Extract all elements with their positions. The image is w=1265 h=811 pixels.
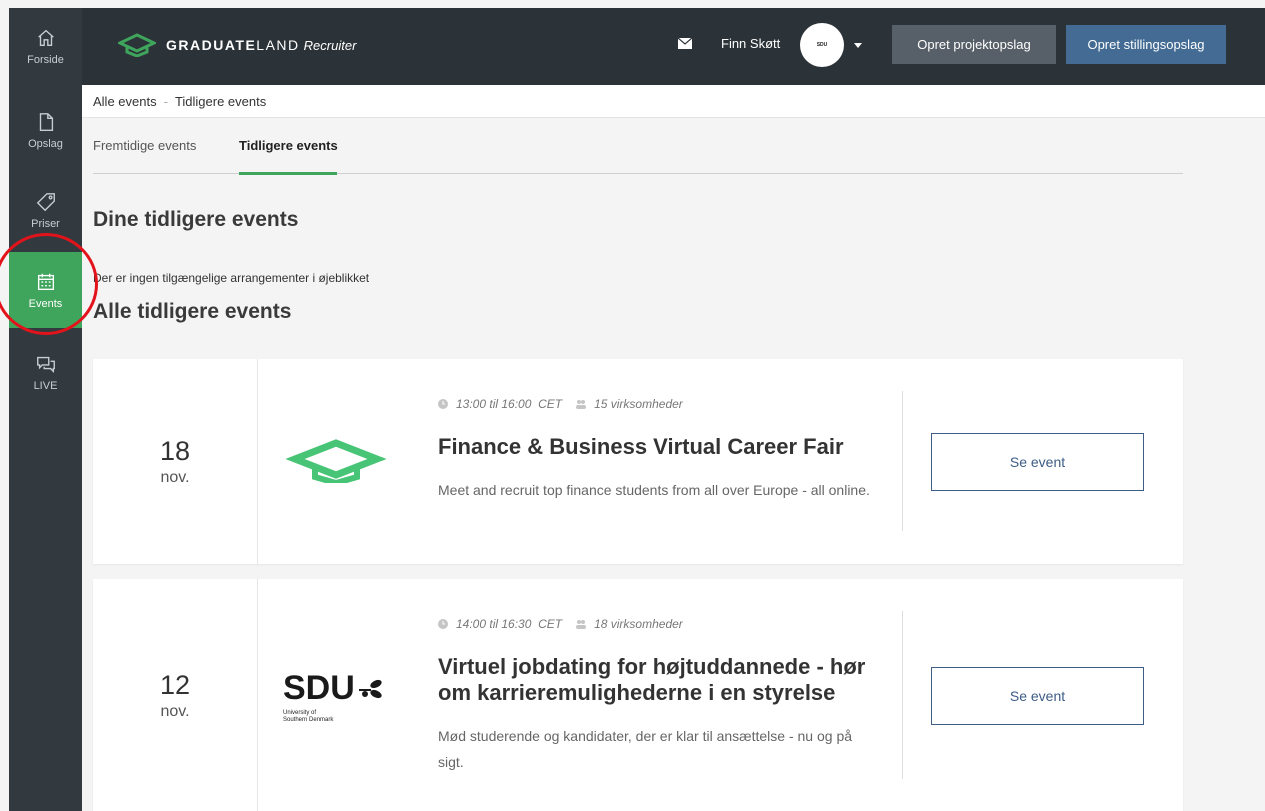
tag-icon <box>36 192 55 211</box>
avatar-text: SDU <box>816 42 828 48</box>
tab-past-events[interactable]: Tidligere events <box>239 138 338 153</box>
event-card: 18 nov. 13:00 til 16:00 CET 15 virksomhe… <box>93 359 1183 564</box>
event-title[interactable]: Finance & Business Virtual Career Fair <box>438 434 898 460</box>
sdu-logo-subtitle: University of Southern Denmark <box>283 710 383 724</box>
chevron-down-icon[interactable] <box>854 43 862 48</box>
topbar: GRADUATE LAND Recruiter Finn Skøtt SDU O… <box>82 8 1265 85</box>
chat-bubbles-icon <box>36 356 55 373</box>
companies-icon <box>576 400 587 409</box>
sidebar-item-priser[interactable]: Priser <box>9 172 82 248</box>
breadcrumb: Alle events - Tidligere events <box>82 85 1265 118</box>
active-tab-indicator <box>239 172 337 175</box>
event-companies: 18 virksomheder <box>594 617 683 631</box>
event-date: 12 nov. <box>93 579 258 811</box>
event-meta: 14:00 til 16:30 CET 18 virksomheder <box>438 617 683 631</box>
create-job-button[interactable]: Opret stillingsopslag <box>1066 25 1226 64</box>
companies-icon <box>576 620 587 629</box>
tab-future-events[interactable]: Fremtidige events <box>93 138 196 153</box>
event-companies: 15 virksomheder <box>594 397 683 411</box>
sdu-sub-line-2: Southern Denmark <box>283 717 334 723</box>
event-date: 18 nov. <box>93 359 258 564</box>
see-event-button[interactable]: Se event <box>931 433 1144 491</box>
calendar-icon <box>37 273 54 290</box>
document-icon <box>39 112 53 131</box>
logo-text-light: LAND <box>256 37 300 53</box>
mail-icon[interactable] <box>678 38 692 49</box>
breadcrumb-link-all-events[interactable]: Alle events <box>93 94 157 109</box>
event-month: nov. <box>160 469 190 486</box>
event-time: 13:00 til 16:00 <box>456 397 532 411</box>
sdu-sub-line-1: University of <box>283 710 317 716</box>
clock-icon <box>438 619 448 629</box>
create-project-button[interactable]: Opret projektopslag <box>892 25 1056 64</box>
sidebar-item-opslag[interactable]: Opslag <box>9 92 82 168</box>
breadcrumb-current: Tidligere events <box>174 93 267 109</box>
sidebar-item-events[interactable]: Events <box>9 252 82 328</box>
sidebar-item-label: Events <box>28 297 63 310</box>
event-time: 14:00 til 16:30 <box>456 617 532 631</box>
user-name[interactable]: Finn Skøtt <box>721 36 780 51</box>
card-divider <box>902 611 903 779</box>
see-event-button[interactable]: Se event <box>931 667 1144 725</box>
sidebar-item-label: Forside <box>27 53 64 66</box>
sdu-logo-text: SDU <box>283 669 355 707</box>
event-description: Mød studerende og kandidater, der er kla… <box>438 728 853 770</box>
event-timezone: CET <box>538 617 563 631</box>
graduateland-logo[interactable]: GRADUATE LAND Recruiter <box>118 33 356 57</box>
event-meta: 13:00 til 16:00 CET 15 virksomheder <box>438 397 683 411</box>
event-month: nov. <box>160 702 190 720</box>
sidebar-item-label: LIVE <box>33 379 58 392</box>
sdu-leaf-icon <box>358 679 382 698</box>
event-card: 12 nov. SDU University of Southern Denma… <box>93 579 1183 811</box>
card-divider <box>902 391 903 531</box>
breadcrumb-separator: - <box>163 93 168 109</box>
clock-icon <box>438 399 448 409</box>
sidebar-item-live[interactable]: LIVE <box>9 334 82 410</box>
all-past-events-heading: Alle tidligere events <box>93 300 292 323</box>
home-icon <box>37 29 54 46</box>
logo-text-bold: GRADUATE <box>166 37 257 53</box>
graduation-cap-logo-icon <box>118 33 156 57</box>
event-day: 12 <box>159 669 191 700</box>
sidebar-item-label: Priser <box>31 217 60 230</box>
event-day: 18 <box>159 436 191 466</box>
graduateland-event-logo <box>285 439 387 483</box>
sidebar-item-label: Opslag <box>28 137 63 150</box>
empty-state-note: Der er ingen tilgængelige arrangementer … <box>93 271 370 285</box>
sdu-logo: SDU University of Southern Denmark <box>283 669 383 724</box>
logo-subtitle: Recruiter <box>303 37 357 53</box>
event-description: Meet and recruit top finance students fr… <box>438 482 870 498</box>
sidebar-item-forside[interactable]: Forside <box>9 8 82 84</box>
event-tabs: Fremtidige events Tidligere events <box>93 118 1183 175</box>
avatar[interactable]: SDU <box>800 23 844 67</box>
my-past-events-heading: Dine tidligere events <box>93 208 299 231</box>
event-timezone: CET <box>538 397 563 411</box>
sidebar: Forside Opslag Priser Events LIVE <box>9 8 82 811</box>
event-title[interactable]: Virtuel jobdating for højtuddannede - hø… <box>438 654 898 706</box>
